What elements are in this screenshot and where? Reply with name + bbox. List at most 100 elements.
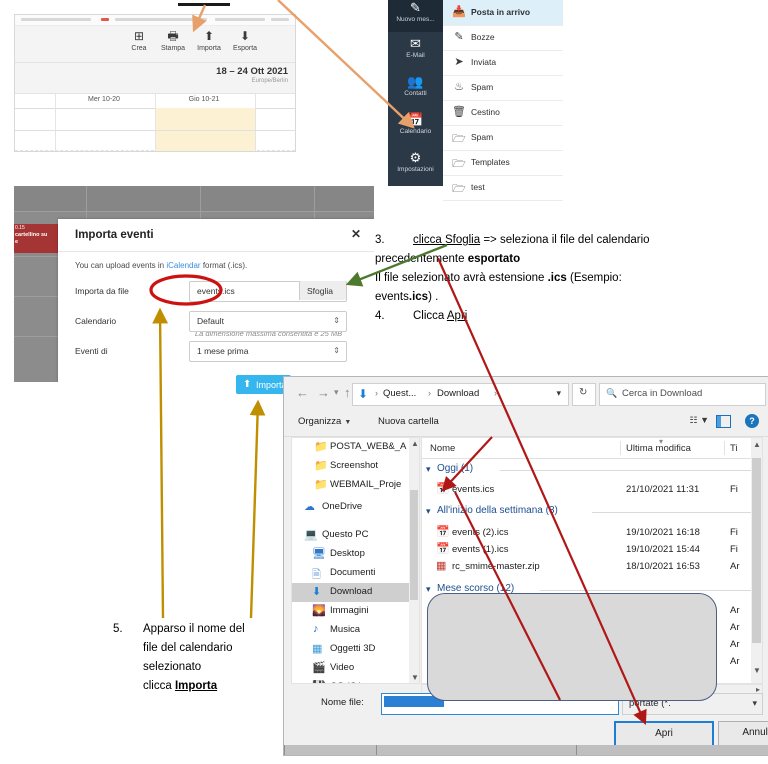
tree-item-onedrive[interactable]: ☁ OneDrive [292,498,419,517]
calendar-highlighted-cell [156,108,255,130]
apri-button[interactable]: Apri [614,721,714,748]
tree-item-video[interactable]: 🎬 Video [292,659,419,678]
folder-item-templates[interactable]: 🗁 Templates [443,150,563,176]
calendar-print-button[interactable]: 🖶 Stampa [155,30,191,53]
annulla-button[interactable]: Annulla [718,721,768,746]
chevron-up-icon[interactable]: ▲ [411,439,419,448]
help-icon[interactable]: ? [745,414,759,428]
table-row[interactable]: ▦ rc_smime-master.zip 18/10/2021 16:53 A… [422,558,762,575]
folder-item-inviata[interactable]: ➤ Inviata [443,50,563,76]
taskbar-strip [284,745,768,755]
file-list-scrollbar[interactable]: ▲ ▼ [751,438,762,683]
view-list-icon[interactable]: ☷ ▼ [690,415,709,426]
sfoglia-button[interactable]: Sfoglia [299,281,346,300]
file-type: Fi [730,527,738,538]
table-row[interactable]: 📅 events.ics 21/10/2021 11:31 Fi [422,481,762,498]
dialog-hint: You can upload events in iCalendar forma… [75,261,247,270]
step5-line4a: clicca [143,680,175,692]
folder-item-cestino[interactable]: 🗑 Cestino [443,100,563,126]
chevron-down-icon[interactable]: ▾ [426,464,431,475]
explorer-command-bar: Organizza ▼ Nuova cartella ☷ ▼ ? [284,410,768,437]
breadcrumb-segment-questo-pc[interactable]: Quest... [383,388,416,399]
dialog-divider [58,251,374,252]
objects3d-icon: ▦ [312,643,323,655]
annulla-label: Annulla [742,727,768,738]
sidebar-item-impostazioni[interactable]: ⚙ Impostazioni [388,150,443,174]
folder-item-spam-folder[interactable]: 🗁 Spam [443,125,563,151]
organizza-button[interactable]: Organizza ▼ [298,416,351,427]
calendar-day-header: Gio 10-21 [188,96,220,103]
close-icon[interactable]: ✕ [351,227,361,241]
tree-item-oggetti-3d[interactable]: ▦ Oggetti 3D [292,640,419,659]
calendar-select[interactable]: Default ⇕ [189,311,347,332]
chevron-down-icon[interactable]: ▼ [411,673,419,682]
column-header-nome[interactable]: Nome [430,443,455,454]
chevron-down-icon[interactable]: ▾ [556,388,561,399]
tree-item-documenti[interactable]: 🗎 Documenti [292,564,419,583]
tree-item-os-c[interactable]: 💾 OS (C:) [292,678,419,683]
step5-line3: selezionato [143,661,202,673]
scrollbar-thumb[interactable] [752,458,761,643]
sidebar-item-contatti[interactable]: 👥 Contatti [388,74,443,98]
icalendar-link[interactable]: iCalendar [166,261,200,270]
sidebar-item-email[interactable]: ✉ E-Mail [388,36,443,60]
table-row[interactable]: 📅 events (1).ics 19/10/2021 15:44 Fi [422,541,762,558]
chevron-up-icon[interactable]: ▲ [753,440,761,449]
folder-item-bozze[interactable]: ✎ Bozze [443,25,563,51]
arrow-left-icon[interactable]: ← [296,385,309,400]
arrow-up-icon[interactable]: ↑ [344,385,351,400]
tree-item-download[interactable]: ⬇ Download [292,583,419,602]
step3-line3a: Il file selezionato avrà estensione [375,272,548,284]
webmail-folder-list: 📥 Posta in arrivo ✎ Bozze ➤ Inviata ♨ Sp… [443,0,563,201]
sidebar-item-nuovo-messaggio[interactable]: ✎ Nuovo mes... [388,0,443,32]
preview-pane-icon[interactable] [716,415,731,428]
scrollbar-thumb[interactable] [410,490,418,600]
calendar-day-header: Mer 10-20 [88,96,120,103]
tree-item-posta-web[interactable]: 📁 POSTA_WEB&_A [292,438,419,457]
sfoglia-label: Sfoglia [307,286,333,296]
table-row[interactable]: 📅 events (2).ics 19/10/2021 16:18 Fi [422,524,762,541]
folder-item-spam[interactable]: ♨ Spam [443,75,563,101]
plus-square-icon: ⊞ [133,29,145,43]
step3-line2a: precedentemente [375,253,468,265]
calendar-background [14,186,374,211]
webmail-screenshot: ✎ Nuovo mes... ✉ E-Mail 👥 Contatti 📅 Cal… [388,0,563,201]
arrow-right-icon[interactable]: → [317,385,330,400]
tree-item-questo-pc[interactable]: 💻 Questo PC [292,526,419,545]
tree-item-webmail-project[interactable]: 📁 WEBMAIL_Proje [292,476,419,495]
file-group-header-oggi[interactable]: ▾ Oggi (1) [422,460,762,480]
calendar-grid-line [255,94,256,151]
file-type: Ar [730,639,740,650]
folder-item-posta-in-arrivo[interactable]: 📥 Posta in arrivo [443,0,563,26]
calendar-create-button[interactable]: ⊞ Crea [121,30,157,53]
address-bar[interactable]: ⬇ › Quest... › Download › ▾ [352,383,569,406]
tree-item-screenshot[interactable]: 📁 Screenshot [292,457,419,476]
calendar-import-button[interactable]: ⬆ Importa [191,30,227,53]
nuova-cartella-button[interactable]: Nuova cartella [378,416,439,427]
column-header-tipo[interactable]: Ti [730,443,738,454]
chevron-down-icon[interactable]: ▾ [426,584,431,595]
tree-item-musica[interactable]: ♪ Musica [292,621,419,640]
events-range-select[interactable]: 1 mese prima ⇕ [189,341,347,362]
step3-line1: clicca Sfoglia => seleziona il file del … [413,231,650,250]
step5-line1: Apparso il nome del [143,623,245,635]
tree-scrollbar[interactable]: ▲ ▼ [409,438,419,683]
video-icon: 🎬 [312,662,326,674]
step-number: 3. [375,234,385,246]
tree-item-immagini[interactable]: 🌄 Immagini [292,602,419,621]
chevron-down-icon[interactable]: ▾ [426,506,431,517]
file-group-header-settimana[interactable]: ▾ All'inizio della settimana (3) [422,502,762,522]
refresh-button[interactable]: ↻ [572,383,596,406]
calendar-export-button[interactable]: ⬇ Esporta [227,30,263,53]
explorer-navigation-pane[interactable]: 📁 POSTA_WEB&_A 📁 Screenshot 📁 WEBMAIL_Pr… [291,437,420,684]
breadcrumb-segment-download[interactable]: Download [437,388,479,399]
chevron-down-icon[interactable]: ▼ [753,666,761,675]
search-input[interactable]: 🔍 Cerca in Download [599,383,766,406]
tree-item-desktop[interactable]: 🖥 Desktop [292,545,419,564]
chevron-down-icon[interactable]: ▾ [334,387,339,398]
desktop-icon: 🖥 [312,548,326,560]
sidebar-item-calendario[interactable]: 📅 Calendario [388,112,443,136]
chevron-down-icon: ▼ [344,419,352,426]
folder-item-test[interactable]: 🗁 test [443,175,563,201]
step3-line2: precedentemente esportato [375,250,520,269]
